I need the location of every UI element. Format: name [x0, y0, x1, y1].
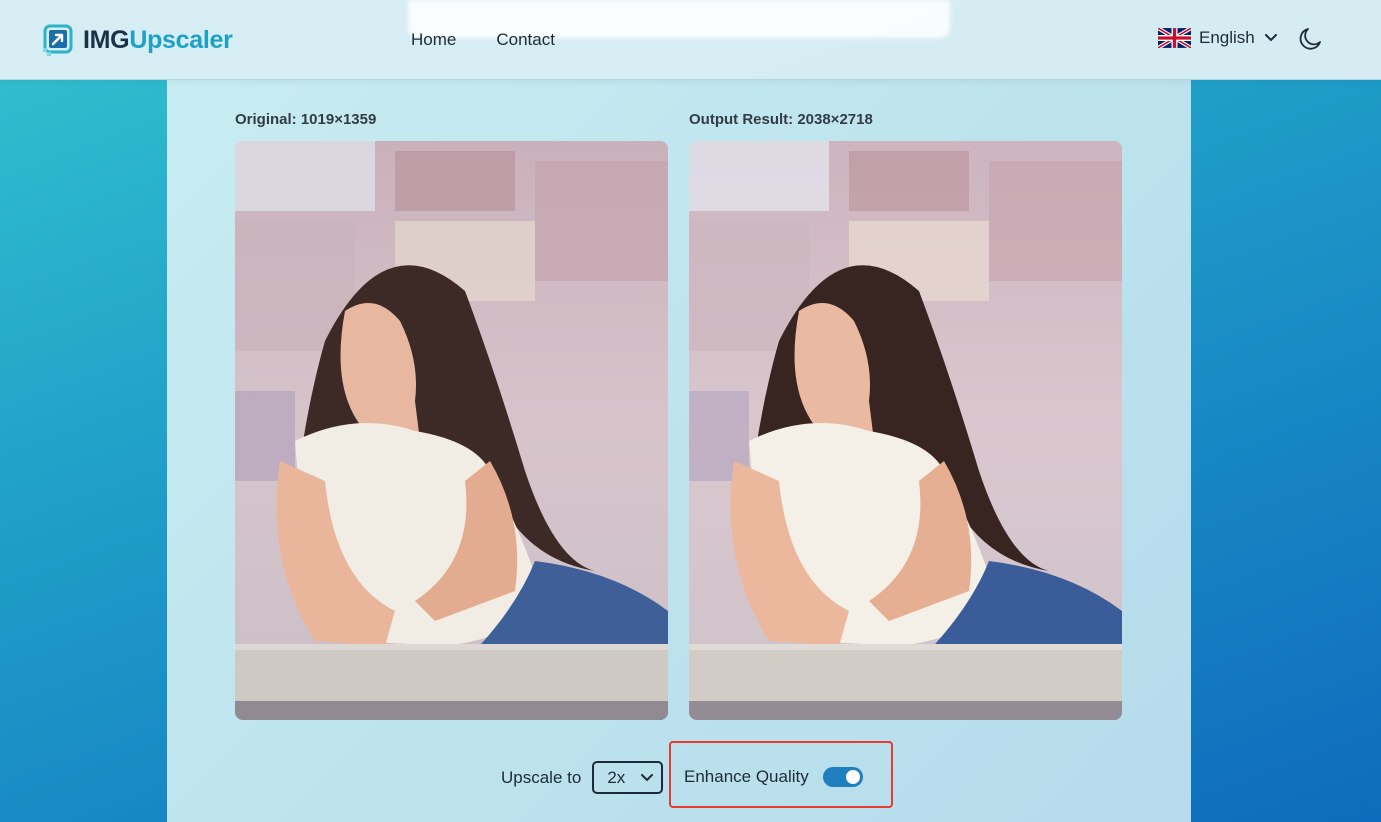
enhance-quality-toggle[interactable]	[822, 767, 863, 787]
enhance-quality-label: Enhance Quality	[684, 767, 809, 786]
upscale-arrow-icon	[43, 24, 73, 56]
chevron-down-icon	[1264, 34, 1277, 42]
nav-home-link[interactable]: Home	[411, 30, 456, 50]
original-image	[235, 141, 668, 720]
logo-text: IMGUpscaler	[83, 25, 233, 54]
output-size-label: Output Result: 2038×2718	[689, 111, 873, 128]
output-image	[689, 141, 1122, 720]
upscale-controls: Upscale to 2x	[501, 761, 664, 794]
upscale-factor-select[interactable]: 2x	[592, 761, 664, 794]
moon-icon[interactable]	[1299, 27, 1323, 51]
uk-flag-icon	[1158, 28, 1191, 48]
original-size-label: Original: 1019×1359	[235, 111, 377, 128]
top-nav-bar: IMGUpscaler Home Contact English	[0, 0, 1381, 80]
language-label: English	[1199, 28, 1255, 47]
upscale-factor-value: 2x	[607, 767, 626, 787]
nav-contact-link[interactable]: Contact	[496, 30, 555, 50]
logo[interactable]: IMGUpscaler	[43, 23, 233, 57]
toggle-knob	[845, 770, 860, 784]
upscale-label: Upscale to	[501, 767, 582, 787]
main-nav: Home Contact	[411, 30, 555, 50]
enhance-quality-control: Enhance Quality	[684, 767, 863, 787]
language-selector[interactable]: English	[1158, 28, 1277, 48]
chevron-down-icon	[641, 773, 654, 781]
